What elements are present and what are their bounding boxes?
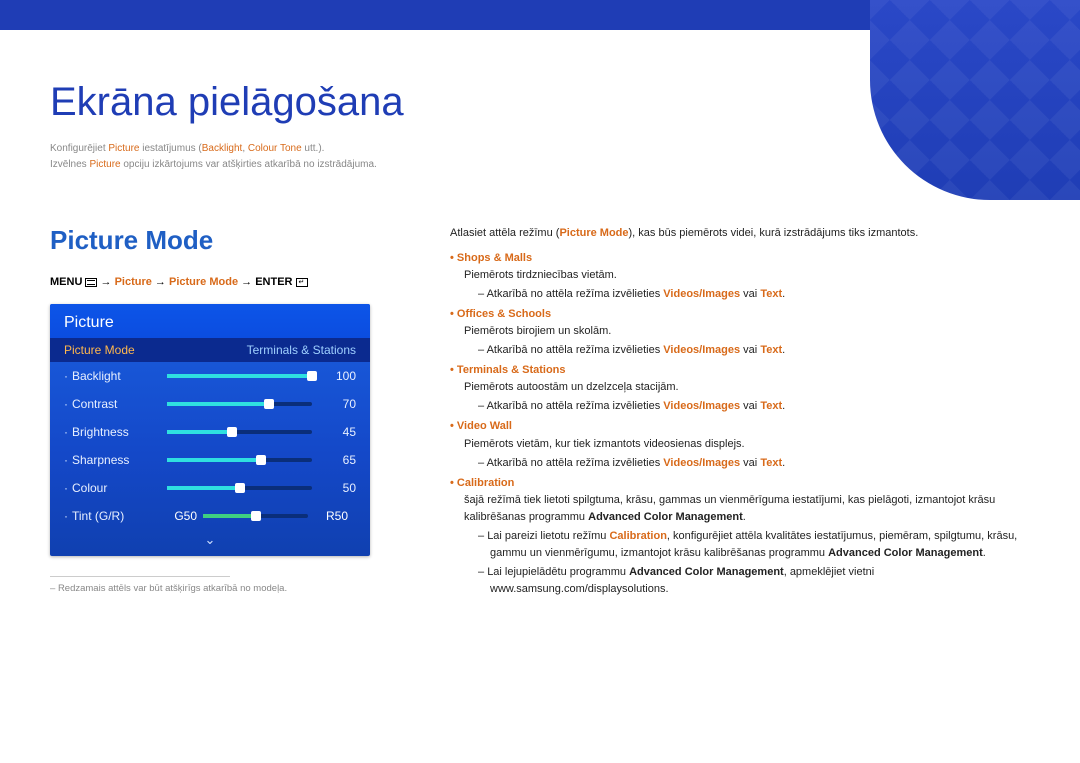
mode-list: Shops & MallsPiemērots tirdzniecības vie… — [450, 250, 1030, 598]
tint-g-value: G50 — [167, 509, 197, 523]
osd-slider[interactable] — [167, 402, 312, 406]
page-title: Ekrāna pielāgošana — [50, 80, 1030, 125]
subtitle-line-2: Izvēlnes Picture opciju izkārtojums var … — [50, 157, 1030, 173]
mode-subline: Lai pareizi lietotu režīmu Calibration, … — [478, 528, 1030, 562]
osd-item-value: 45 — [324, 425, 356, 439]
mode-desc: Piemērots vietām, kur tiek izmantots vid… — [464, 436, 1030, 453]
tint-slider[interactable] — [203, 514, 308, 518]
enter-icon — [296, 278, 308, 287]
footnote-rule — [50, 576, 230, 577]
osd-panel-title: Picture — [50, 304, 370, 338]
osd-item-label: Sharpness — [72, 453, 167, 467]
mode-name: Shops & Malls — [450, 250, 1030, 267]
osd-item-value: 70 — [324, 397, 356, 411]
section-heading: Picture Mode — [50, 225, 410, 256]
osd-item-label: Colour — [72, 481, 167, 495]
mode-subline: Atkarībā no attēla režīma izvēlieties Vi… — [478, 455, 1030, 472]
mode-subline: Atkarībā no attēla režīma izvēlieties Vi… — [478, 398, 1030, 415]
osd-item[interactable]: ·Contrast70 — [50, 390, 370, 418]
intro-text: Atlasiet attēla režīmu (Picture Mode), k… — [450, 225, 1030, 242]
osd-panel: Picture Picture Mode Terminals & Station… — [50, 304, 370, 556]
mode-name: Video Wall — [450, 418, 1030, 435]
mode-item: Calibrationšajā režīmā tiek lietoti spil… — [450, 475, 1030, 598]
mode-subline: Atkarībā no attēla režīma izvēlieties Vi… — [478, 286, 1030, 303]
menu-breadcrumb: MENU → Picture → Picture Mode → ENTER — [50, 276, 410, 288]
osd-item-label: Brightness — [72, 425, 167, 439]
osd-slider[interactable] — [167, 486, 312, 490]
osd-item-tint[interactable]: · Tint (G/R) G50 R50 — [50, 502, 370, 530]
osd-mode-value: Terminals & Stations — [247, 343, 356, 357]
osd-item-label: Backlight — [72, 369, 167, 383]
osd-item-value: 50 — [324, 481, 356, 495]
osd-item[interactable]: ·Brightness45 — [50, 418, 370, 446]
mode-item: Terminals & StationsPiemērots autoostām … — [450, 362, 1030, 415]
mode-item: Video WallPiemērots vietām, kur tiek izm… — [450, 418, 1030, 471]
mode-desc: Piemērots birojiem un skolām. — [464, 323, 1030, 340]
subtitle-line-1: Konfigurējiet Picture iestatījumus (Back… — [50, 141, 1030, 157]
footnote: Redzamais attēls var būt atšķirīgs atkar… — [50, 583, 410, 594]
mode-name: Offices & Schools — [450, 306, 1030, 323]
osd-item-label: Tint (G/R) — [72, 509, 167, 523]
mode-item: Shops & MallsPiemērots tirdzniecības vie… — [450, 250, 1030, 303]
osd-item-label: Contrast — [72, 397, 167, 411]
osd-slider[interactable] — [167, 374, 312, 378]
mode-name: Calibration — [450, 475, 1030, 492]
osd-mode-label: Picture Mode — [64, 343, 135, 357]
mode-subline: Lai lejupielādētu programmu Advanced Col… — [478, 564, 1030, 598]
mode-subline: Atkarībā no attēla režīma izvēlieties Vi… — [478, 342, 1030, 359]
osd-item[interactable]: ·Colour50 — [50, 474, 370, 502]
osd-slider[interactable] — [167, 430, 312, 434]
tint-r-value: R50 — [326, 509, 356, 523]
mode-desc: Piemērots autoostām un dzelzceļa stacijā… — [464, 379, 1030, 396]
menu-icon — [85, 278, 97, 287]
mode-desc: Piemērots tirdzniecības vietām. — [464, 267, 1030, 284]
mode-name: Terminals & Stations — [450, 362, 1030, 379]
chevron-down-icon[interactable]: ⌄ — [50, 530, 370, 556]
mode-item: Offices & SchoolsPiemērots birojiem un s… — [450, 306, 1030, 359]
osd-slider[interactable] — [167, 458, 312, 462]
osd-mode-row[interactable]: Picture Mode Terminals & Stations — [50, 338, 370, 362]
osd-item[interactable]: ·Backlight100 — [50, 362, 370, 390]
osd-item-value: 65 — [324, 453, 356, 467]
osd-item[interactable]: ·Sharpness65 — [50, 446, 370, 474]
osd-item-value: 100 — [324, 369, 356, 383]
mode-desc: šajā režīmā tiek lietoti spilgtuma, krās… — [464, 492, 1030, 526]
